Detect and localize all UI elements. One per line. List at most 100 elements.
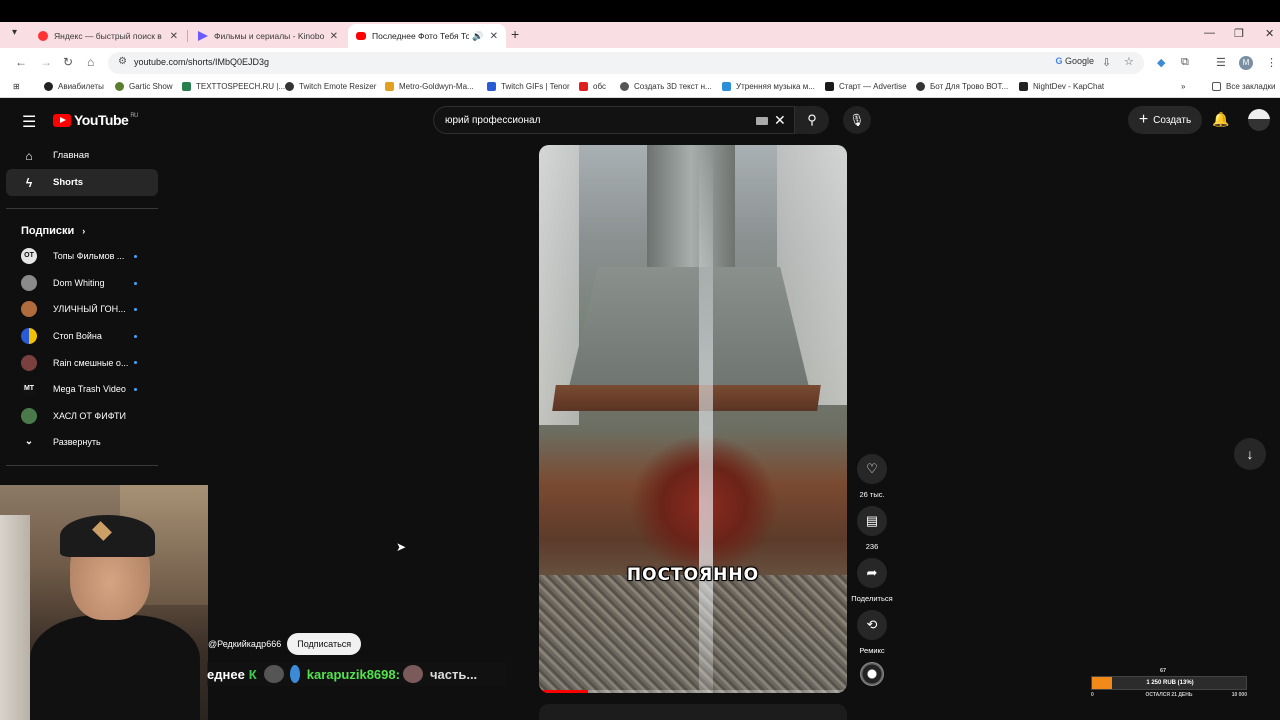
omnibox[interactable]: ⚙ youtube.com/shorts/IMbQ0EJD3g G Google… — [108, 52, 1144, 74]
subscriptions-heading[interactable]: Подписки › — [6, 219, 158, 243]
bookmark-item[interactable]: Twitch Emote Resizer — [285, 82, 376, 91]
tab-media-icon[interactable]: ☰ — [1216, 56, 1226, 69]
search-button[interactable]: ⚲ — [795, 106, 829, 134]
search-input[interactable]: юрий профессионал — [445, 115, 540, 126]
tab-kinobox[interactable]: Фильмы и сериалы - Kinobox. ✕ — [190, 24, 346, 48]
reload-icon[interactable]: ↻ — [63, 55, 73, 69]
apps-grid-icon[interactable]: ⊞ — [13, 82, 20, 91]
subscribe-button[interactable]: Подписаться — [287, 633, 362, 655]
bookmark-item[interactable]: Создать 3D текст н... — [620, 82, 712, 91]
bookmark-favicon-icon — [44, 82, 53, 91]
sound-disc-icon[interactable] — [860, 662, 884, 686]
bookmark-label: TEXTTOSPEECH.RU |... — [196, 82, 286, 91]
sidebar-item-home[interactable]: ⌂ Главная — [6, 142, 158, 169]
subscription-item[interactable]: Rain смешные о... — [6, 349, 158, 376]
home-icon[interactable]: ⌂ — [87, 55, 94, 69]
bookmark-star-icon[interactable]: ☆ — [1124, 55, 1134, 68]
sidebar-item-shorts[interactable]: ϟ Shorts — [6, 169, 158, 196]
like-action[interactable]: ♡ 26 тыс. — [846, 454, 898, 499]
more-bookmarks-chevron-icon[interactable]: » — [1181, 82, 1185, 91]
remix-action[interactable]: ⟲ Ремикс — [846, 610, 898, 655]
close-tab-icon[interactable]: ✕ — [330, 31, 338, 42]
bookmark-item[interactable]: Бот Для Трово ВОТ... — [916, 82, 1008, 91]
next-short-button[interactable]: ↓ — [1234, 438, 1266, 470]
back-arrow-icon[interactable]: ← — [15, 55, 27, 69]
streamer-webcam — [0, 485, 208, 720]
close-window-icon[interactable]: ✕ — [1265, 27, 1274, 40]
bookmark-label: NightDev - KapChat — [1033, 82, 1105, 91]
new-content-dot — [134, 255, 137, 258]
share-action[interactable]: ➦ Поделиться — [846, 558, 898, 603]
install-app-icon[interactable]: ⇩ — [1102, 56, 1111, 69]
bookmark-item[interactable]: Twitch GIFs | Tenor — [487, 82, 570, 91]
all-bookmarks[interactable]: Все закладки — [1212, 82, 1275, 91]
minimize-icon[interactable]: — — [1204, 27, 1215, 39]
bookmark-item[interactable]: NightDev - KapChat — [1019, 82, 1104, 91]
voice-search-button[interactable]: 🎙 — [843, 106, 871, 134]
url-text[interactable]: youtube.com/shorts/IMbQ0EJD3g — [134, 57, 269, 67]
forward-arrow-icon[interactable]: → — [40, 55, 52, 69]
youtube-logo[interactable]: YouTube RU — [53, 112, 138, 128]
clear-search-icon[interactable]: ✕ — [774, 112, 786, 129]
next-video-preview[interactable] — [539, 704, 847, 720]
bookmark-item[interactable]: Gartic Show — [115, 82, 173, 91]
restore-icon[interactable]: ❐ — [1234, 27, 1244, 40]
bookmark-item[interactable]: TEXTTOSPEECH.RU |... — [182, 82, 285, 91]
browser-menu-icon[interactable]: ⋮ — [1266, 56, 1277, 69]
subscription-item[interactable]: ХАСЛ ОТ ФИФТИ — [6, 403, 158, 430]
share-arrow-icon[interactable]: ➦ — [857, 558, 887, 588]
arrow-down-icon: ↓ — [1246, 446, 1254, 462]
like-heart-icon[interactable]: ♡ — [857, 454, 887, 484]
bookmark-label: Twitch GIFs | Tenor — [501, 82, 570, 91]
all-bookmarks-label: Все закладки — [1226, 82, 1276, 91]
subscription-item[interactable]: Dom Whiting — [6, 270, 158, 297]
audio-playing-icon[interactable]: 🔊 — [472, 31, 483, 42]
bookmark-item[interactable]: Старт — Advertise — [825, 82, 907, 91]
shorts-video-player[interactable]: ПОСТОЯННО — [539, 145, 847, 693]
share-label: Поделиться — [851, 594, 893, 603]
like-count: 26 тыс. — [859, 490, 885, 499]
bookmark-item[interactable]: Утренняя музыка м... — [722, 82, 815, 91]
subscription-item[interactable]: ОТ Топы Фильмов ... — [6, 243, 158, 270]
create-label: Создать — [1153, 114, 1192, 126]
profile-avatar[interactable]: M — [1239, 56, 1253, 70]
account-avatar[interactable] — [1248, 109, 1270, 131]
search-box[interactable]: юрий профессионал ✕ — [433, 106, 795, 134]
bookmark-item[interactable]: Авиабилеты — [44, 82, 104, 91]
google-lens-chip[interactable]: G Google — [1055, 56, 1094, 66]
keyboard-icon[interactable] — [756, 117, 768, 125]
bookmark-item[interactable]: обс — [579, 82, 606, 91]
hamburger-menu-icon[interactable]: ☰ — [22, 112, 36, 132]
close-tab-icon[interactable]: ✕ — [170, 31, 178, 42]
channel-avatar: MT — [21, 381, 37, 398]
expand-label: Развернуть — [53, 437, 101, 448]
new-tab-plus-icon[interactable]: + — [511, 26, 519, 42]
extensions-puzzle-icon[interactable]: ⧉ — [1181, 56, 1189, 69]
tab-youtube-active[interactable]: Последнее Фото Тебя Точ 🔊 ✕ — [348, 24, 506, 48]
tab-yandex[interactable]: Яндекс — быстрый поиск в ин ✕ — [30, 24, 186, 48]
comment-count: 236 — [865, 542, 879, 551]
new-content-dot — [134, 361, 137, 365]
expand-subscriptions[interactable]: ⌄ Развернуть — [6, 429, 158, 456]
tab-search-chevron-icon[interactable]: ▾ — [12, 27, 17, 38]
video-progress-bar[interactable] — [539, 690, 847, 693]
extension-shield-icon[interactable]: ◆ — [1157, 56, 1165, 69]
shorts-icon: ϟ — [25, 175, 33, 190]
channel-handle[interactable]: @Редкийкадр666 — [208, 639, 281, 649]
close-tab-icon[interactable]: ✕ — [490, 31, 498, 42]
subscription-item[interactable]: УЛИЧНЫЙ ГОН... — [6, 296, 158, 323]
remix-icon[interactable]: ⟲ — [857, 610, 887, 640]
create-button[interactable]: + Создать — [1128, 106, 1202, 134]
notifications-bell-icon[interactable]: 🔔 — [1212, 111, 1229, 128]
channel-avatar — [21, 301, 37, 318]
comments-action[interactable]: ▤ 236 — [846, 506, 898, 551]
subscription-item[interactable]: Стоп Война — [6, 323, 158, 350]
channel-avatar — [21, 407, 37, 424]
channel-avatar — [21, 274, 37, 291]
comment-icon[interactable]: ▤ — [857, 506, 887, 536]
site-info-icon[interactable]: ⚙ — [118, 56, 127, 67]
bookmark-item[interactable]: Metro-Goldwyn-Ma... — [385, 82, 474, 91]
sound-disc[interactable] — [846, 662, 898, 686]
subscription-item[interactable]: MT Mega Trash Video — [6, 376, 158, 403]
bookmark-label: обс — [593, 82, 606, 91]
